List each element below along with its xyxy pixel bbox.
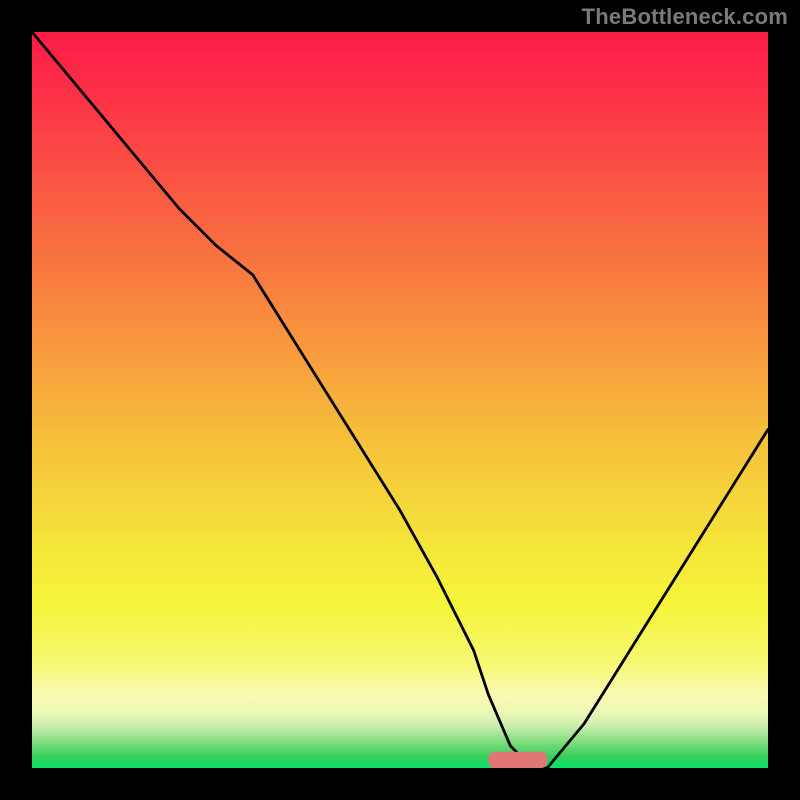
- bottleneck-chart: [32, 32, 768, 768]
- gradient-background: [32, 32, 768, 768]
- chart-frame: TheBottleneck.com: [0, 0, 800, 800]
- attribution-label: TheBottleneck.com: [582, 4, 788, 30]
- optimal-range-marker: [488, 752, 547, 768]
- plot-area: [32, 32, 768, 768]
